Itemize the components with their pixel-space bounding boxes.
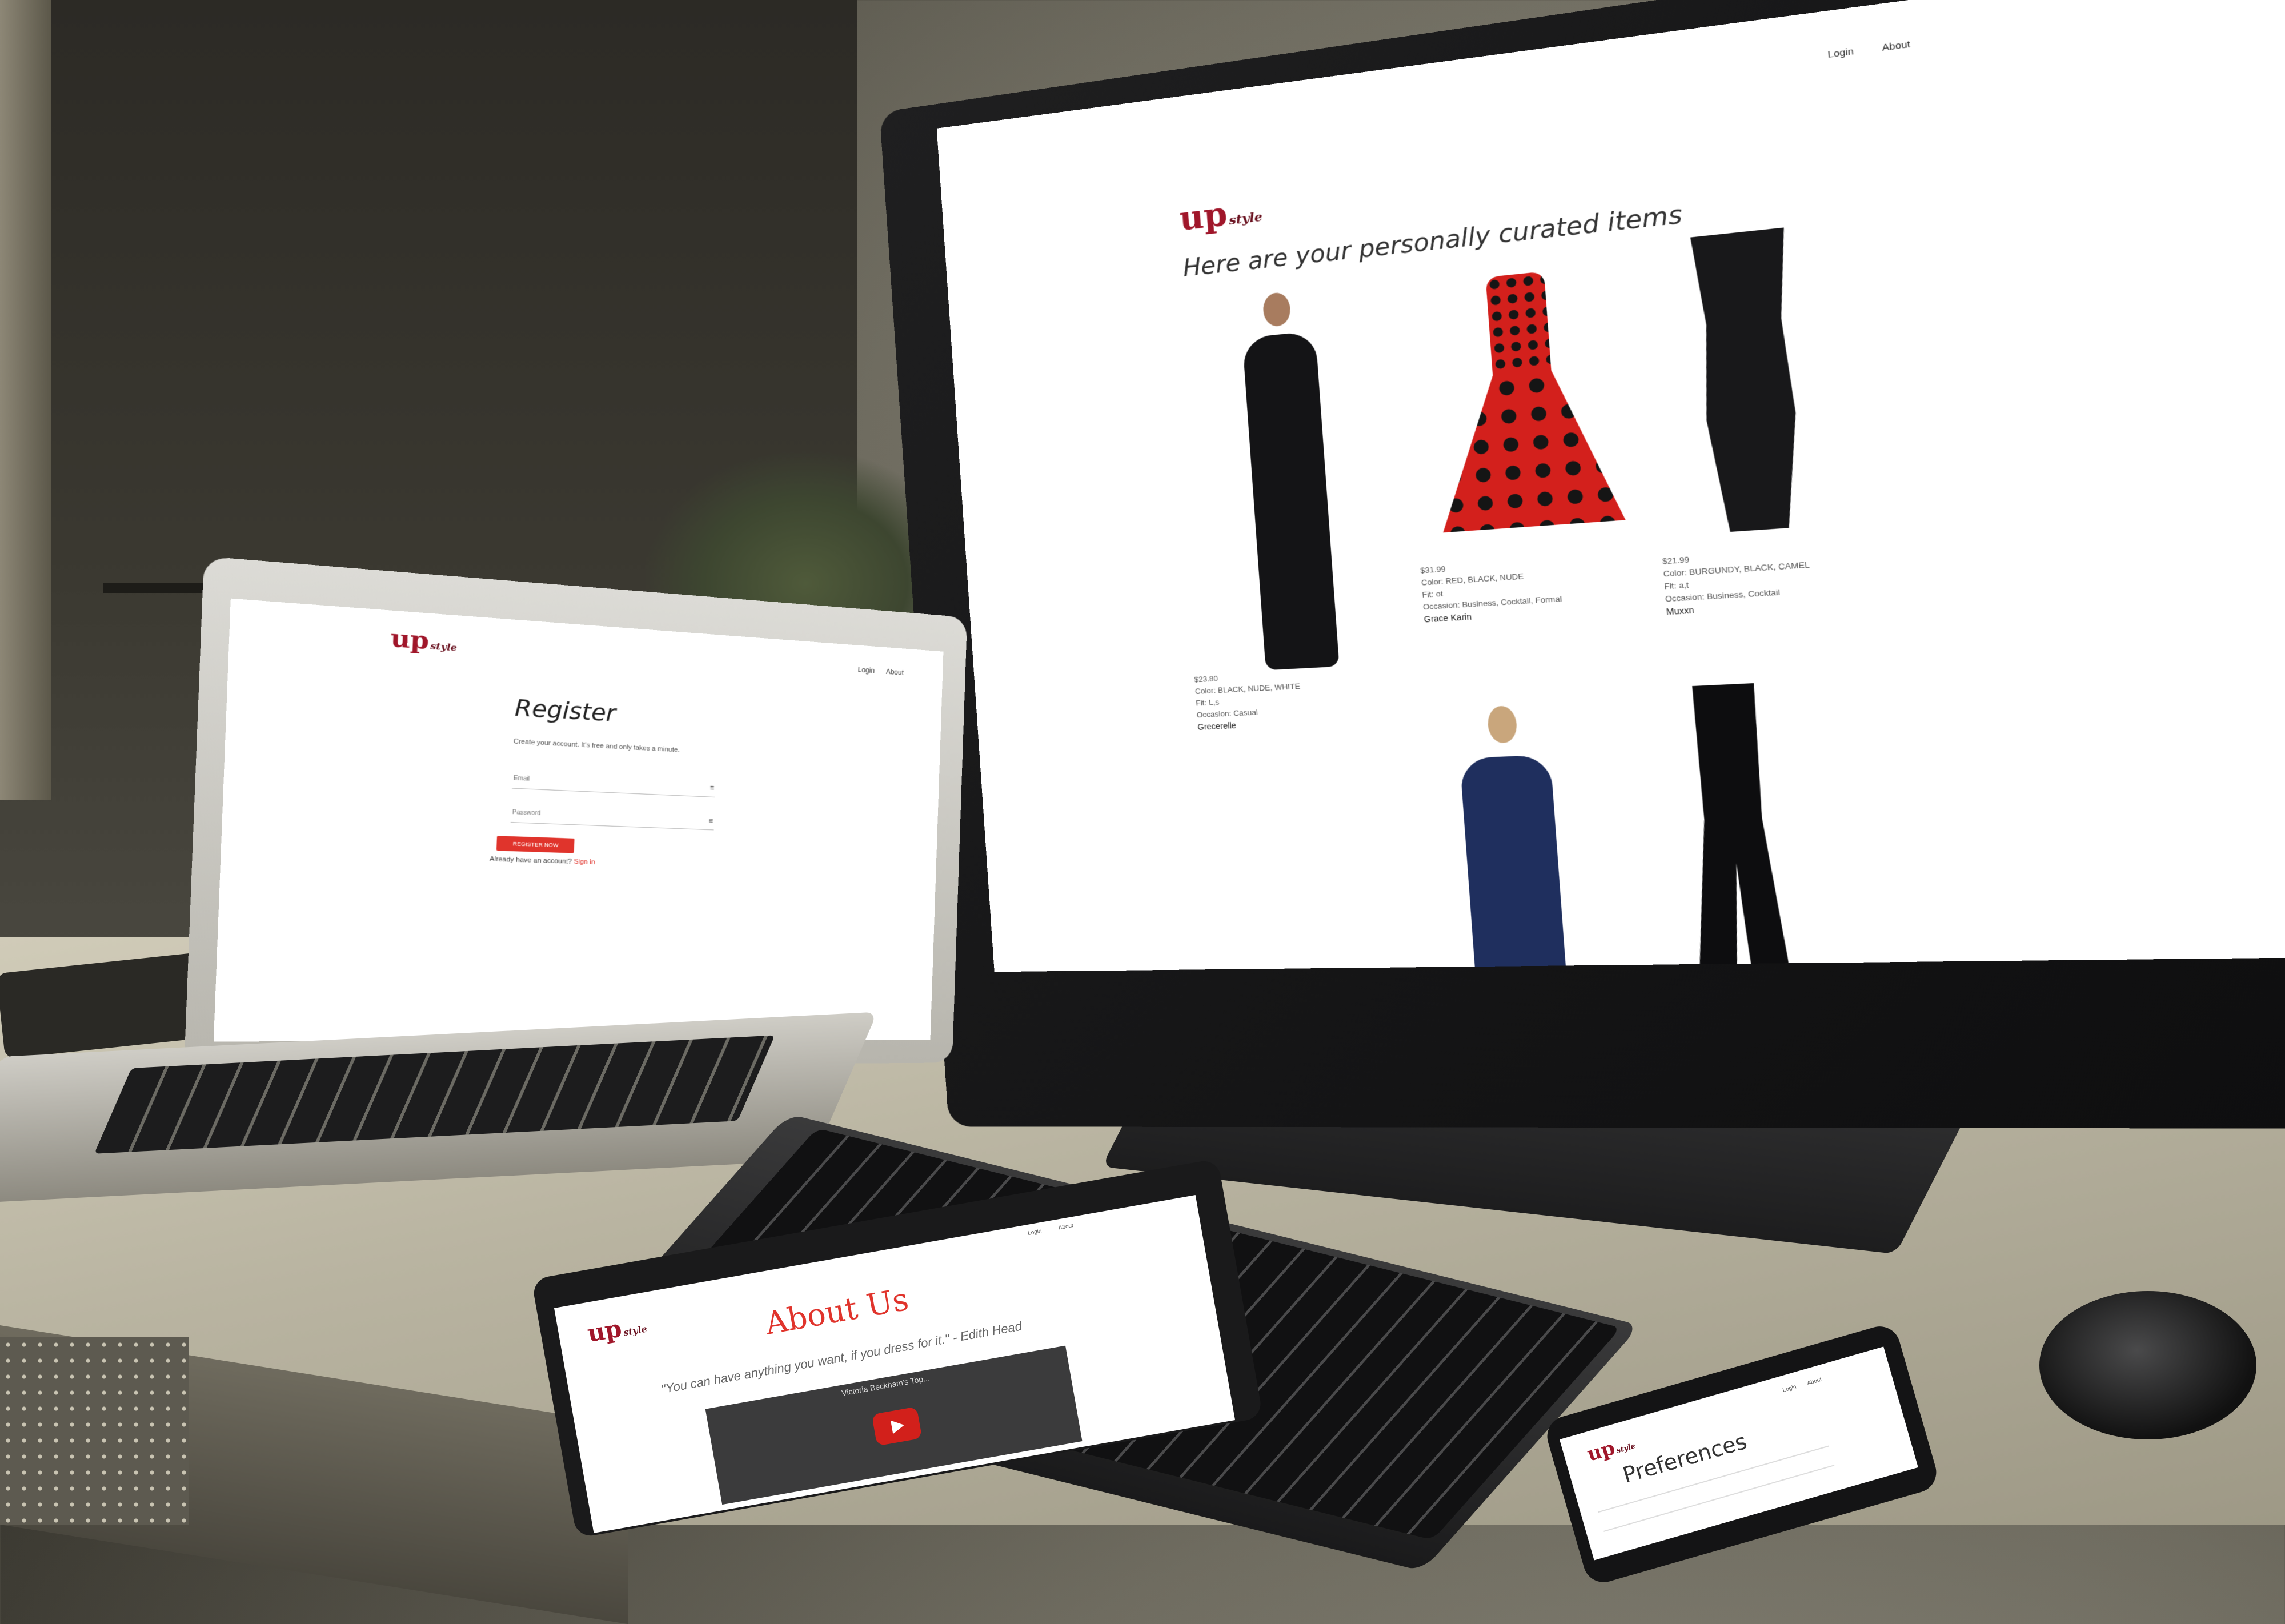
- logo-main-text: up: [585, 1314, 624, 1348]
- brand-logo[interactable]: upstyle: [1178, 190, 1264, 239]
- logo-small-text: style: [1615, 1442, 1637, 1455]
- maxi-dress-black-icon: [1242, 331, 1340, 671]
- mouse: [2039, 1291, 2256, 1439]
- monitor-screen: Login About upstyle Here are your person…: [936, 0, 2285, 972]
- email-field[interactable]: [511, 768, 716, 798]
- password-field[interactable]: [510, 802, 715, 831]
- logo-small-text: style: [1228, 209, 1264, 228]
- register-title: Register: [514, 693, 616, 727]
- logo-small-text: style: [430, 640, 458, 653]
- brand-logo[interactable]: upstyle: [390, 623, 458, 657]
- chair: [0, 1337, 189, 1525]
- nav-login-link[interactable]: Login: [1782, 1384, 1797, 1393]
- product-image[interactable]: [1400, 262, 1655, 564]
- polka-dot-dress-red-icon: [1425, 265, 1626, 539]
- register-button[interactable]: REGISTER NOW: [496, 836, 575, 853]
- phone-nav: Login About: [1782, 1377, 1822, 1394]
- product-image[interactable]: [1405, 701, 1663, 972]
- window-light: [0, 0, 51, 800]
- field-menu-icon: ≡: [709, 783, 715, 792]
- play-icon[interactable]: [871, 1406, 923, 1446]
- tablet-nav: Login About: [1027, 1222, 1073, 1237]
- nav-about-link[interactable]: About: [886, 668, 904, 677]
- about-title: About Us: [762, 1281, 911, 1342]
- product-card[interactable]: [1625, 677, 1898, 972]
- product-image[interactable]: [1625, 677, 1898, 972]
- nav-about-link[interactable]: About: [1058, 1222, 1074, 1231]
- jumpsuit-black-icon: [1672, 682, 1798, 972]
- product-image[interactable]: [1638, 216, 1913, 555]
- nav-about-link[interactable]: About: [1806, 1377, 1822, 1387]
- product-card[interactable]: $31.99 Color: RED, BLACK, NUDE Fit: ot O…: [1400, 262, 1659, 625]
- laptop-screen: upstyle Login About Register Create your…: [213, 598, 944, 1042]
- register-subtitle: Create your account. It's free and only …: [513, 737, 680, 754]
- nav-login-link[interactable]: Login: [1827, 46, 1854, 61]
- nav-login-link[interactable]: Login: [1027, 1228, 1042, 1237]
- already-have-account-text: Already have an account?: [489, 855, 572, 865]
- product-card[interactable]: $21.99 Color: BURGUNDY, BLACK, CAMEL Fit…: [1638, 216, 1918, 617]
- logo-main-text: up: [1584, 1436, 1618, 1466]
- nav-about-link[interactable]: About: [1882, 39, 1911, 53]
- logo-small-text: style: [622, 1323, 648, 1338]
- video-title: Victoria Beckham's Top...: [841, 1373, 931, 1398]
- preferences-title: Preferences: [1619, 1428, 1750, 1488]
- laptop-nav: Login About: [858, 665, 904, 677]
- product-card[interactable]: $23.80 Color: BLACK, NUDE, WHITE Fit: L,…: [1170, 324, 1418, 733]
- brand-logo[interactable]: upstyle: [585, 1310, 648, 1348]
- product-card[interactable]: [1405, 701, 1663, 972]
- nav-login-link[interactable]: Login: [858, 665, 875, 675]
- logo-main-text: up: [1178, 194, 1229, 239]
- signin-prompt: Already have an account? Sign in: [490, 856, 595, 867]
- product-image[interactable]: [1170, 324, 1414, 674]
- maxi-dress-navy-icon: [1460, 755, 1570, 972]
- monitor-nav: Login About: [1827, 39, 1911, 60]
- sheath-dress-black-icon: [1679, 226, 1819, 534]
- field-menu-icon: ≡: [708, 816, 713, 825]
- signin-link[interactable]: Sign in: [574, 858, 595, 866]
- logo-main-text: up: [390, 623, 430, 656]
